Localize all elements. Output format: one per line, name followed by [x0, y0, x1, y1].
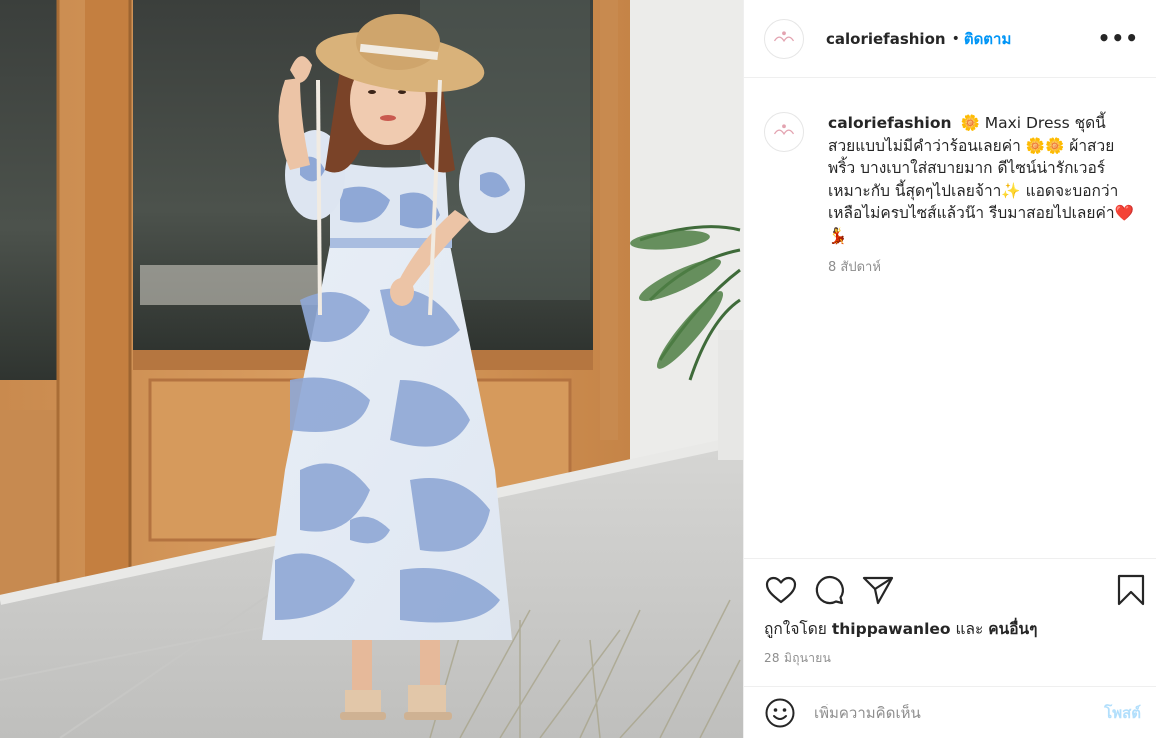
likes-others-link[interactable]: คนอื่นๆ	[988, 620, 1037, 638]
caption-username[interactable]: caloriefashion	[828, 114, 952, 132]
comment-icon[interactable]	[812, 573, 846, 607]
share-icon[interactable]	[861, 573, 895, 607]
heart-icon[interactable]	[764, 573, 798, 607]
avatar[interactable]	[764, 18, 804, 59]
likes-and: และ	[955, 620, 984, 638]
bookmark-icon[interactable]	[1114, 573, 1148, 607]
likes-user-link[interactable]: thippawanleo	[832, 620, 951, 638]
post-sidebar: caloriefashion • ติดตาม ••• caloriefashi…	[743, 0, 1156, 738]
caption-avatar[interactable]	[764, 112, 804, 152]
post-photo[interactable]	[0, 0, 743, 738]
header-username[interactable]: caloriefashion	[826, 30, 946, 48]
brand-logo-icon	[765, 113, 803, 151]
actions-bar: ถูกใจโดย thippawanleo และ คนอื่นๆ 28 มิถ…	[744, 558, 1156, 686]
likes-prefix: ถูกใจโดย	[764, 620, 827, 638]
follow-button[interactable]: ติดตาม	[964, 27, 1012, 51]
header-separator: •	[951, 30, 960, 47]
caption-row: caloriefashion 🌼 Maxi Dress ชุดนี้ สวยแบ…	[764, 112, 1144, 248]
post-image	[0, 0, 743, 738]
likes-line: ถูกใจโดย thippawanleo และ คนอื่นๆ	[764, 616, 1037, 641]
post-header: caloriefashion • ติดตาม •••	[744, 0, 1156, 78]
post-comment-button[interactable]: โพสต์	[1104, 701, 1141, 725]
comment-input[interactable]	[814, 703, 1084, 722]
post-date[interactable]: 28 มิถุนายน	[764, 649, 831, 668]
caption-text: 🌼 Maxi Dress ชุดนี้ สวยแบบไม่มีคำว่าร้อน…	[828, 114, 1134, 245]
more-options-icon[interactable]: •••	[1098, 26, 1139, 50]
time-ago[interactable]: 8 สัปดาห์	[828, 256, 1144, 277]
comment-bar: โพสต์	[744, 686, 1156, 738]
caption-text-block: caloriefashion 🌼 Maxi Dress ชุดนี้ สวยแบ…	[828, 112, 1134, 248]
emoji-icon[interactable]	[764, 697, 796, 729]
caption-section: caloriefashion 🌼 Maxi Dress ชุดนี้ สวยแบ…	[764, 112, 1144, 277]
brand-logo-icon	[765, 20, 803, 57]
